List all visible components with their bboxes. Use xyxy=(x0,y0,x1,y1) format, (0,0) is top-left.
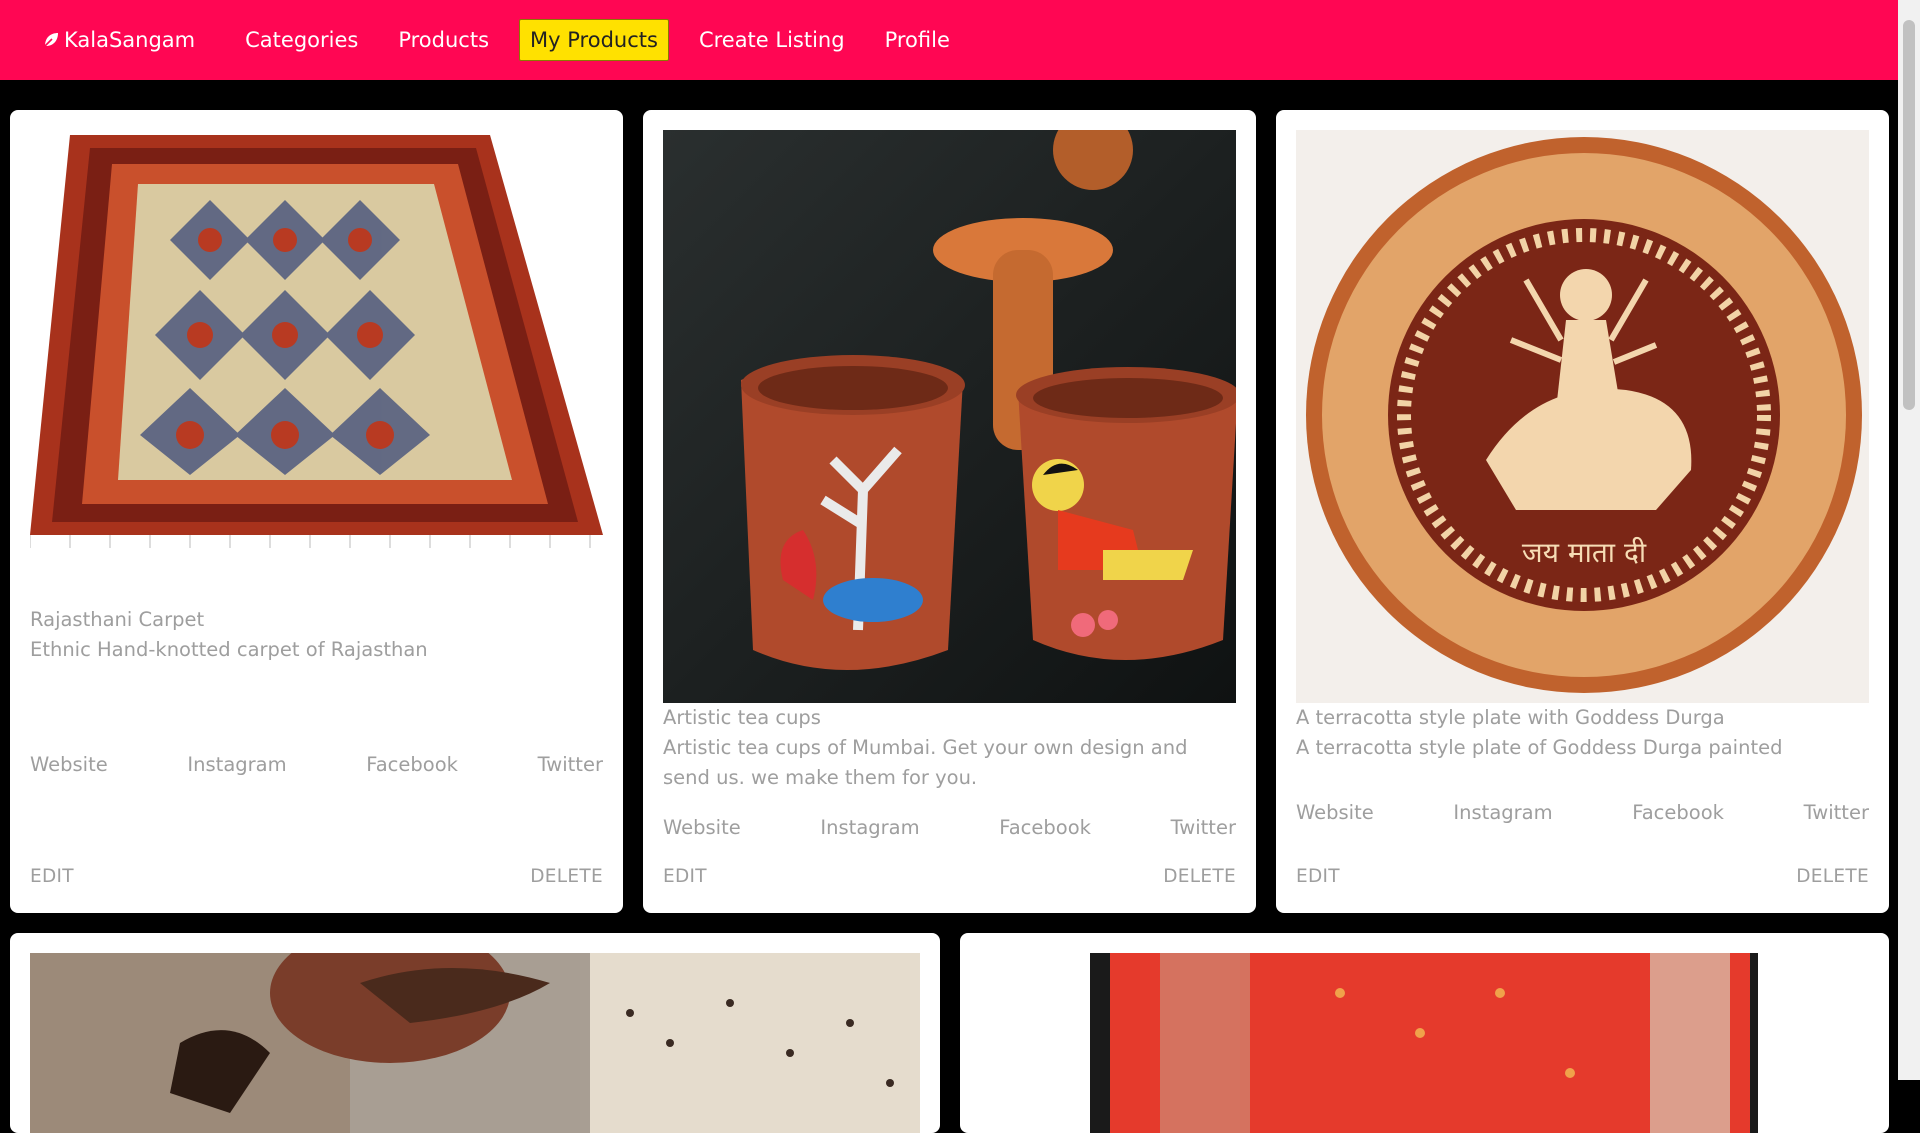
nav-profile[interactable]: Profile xyxy=(875,20,960,60)
edit-button[interactable]: EDIT xyxy=(1296,866,1340,887)
page-scrollbar[interactable] xyxy=(1898,0,1920,1080)
delete-button[interactable]: DELETE xyxy=(1163,866,1236,887)
card-actions: EDIT DELETE xyxy=(30,866,603,887)
product-title: Artistic tea cups xyxy=(663,706,821,729)
brand-link[interactable]: KalaSangam xyxy=(42,28,195,52)
brand-name: KalaSangam xyxy=(64,28,196,52)
instagram-link[interactable]: Instagram xyxy=(1453,801,1552,824)
product-title: Rajasthani Carpet xyxy=(30,608,205,631)
product-title: A terracotta style plate with Goddess Du… xyxy=(1296,706,1725,729)
artisan-hands-image xyxy=(30,953,920,1133)
delete-button[interactable]: DELETE xyxy=(530,866,603,887)
card-actions: EDIT DELETE xyxy=(1296,866,1869,887)
product-description: Artistic tea cups of Mumbai. Get your ow… xyxy=(663,736,1188,789)
product-card: Artistic tea cups Artistic tea cups of M… xyxy=(643,110,1256,913)
social-links: Website Instagram Facebook Twitter xyxy=(663,816,1236,839)
top-navbar: KalaSangam Categories Products My Produc… xyxy=(0,0,1898,80)
nav-products[interactable]: Products xyxy=(388,20,499,60)
nav-categories[interactable]: Categories xyxy=(235,20,368,60)
card-actions: EDIT DELETE xyxy=(663,866,1236,887)
product-card: जय माता दी A terracotta style plate with… xyxy=(1276,110,1889,913)
social-links: Website Instagram Facebook Twitter xyxy=(1296,801,1869,824)
twitter-link[interactable]: Twitter xyxy=(1171,816,1236,839)
facebook-link[interactable]: Facebook xyxy=(366,753,458,776)
scrollbar-thumb[interactable] xyxy=(1903,20,1915,410)
delete-button[interactable]: DELETE xyxy=(1796,866,1869,887)
durga-plate-image: जय माता दी xyxy=(1296,130,1869,703)
social-links: Website Instagram Facebook Twitter xyxy=(30,753,603,776)
twitter-link[interactable]: Twitter xyxy=(1804,801,1869,824)
product-description: Ethnic Hand-knotted carpet of Rajasthan xyxy=(30,638,428,661)
tea-cups-image xyxy=(663,130,1236,703)
plate-inscription: जय माता दी xyxy=(1522,536,1647,569)
facebook-link[interactable]: Facebook xyxy=(999,816,1091,839)
product-card: Rajasthani Carpet Ethnic Hand-knotted ca… xyxy=(10,110,623,913)
product-description: A terracotta style plate of Goddess Durg… xyxy=(1296,736,1783,759)
red-fabric-image xyxy=(1090,953,1758,1133)
twitter-link[interactable]: Twitter xyxy=(538,753,603,776)
leaf-icon xyxy=(43,33,58,48)
website-link[interactable]: Website xyxy=(1296,801,1374,824)
nav-create-listing[interactable]: Create Listing xyxy=(689,20,855,60)
product-card xyxy=(960,933,1889,1133)
website-link[interactable]: Website xyxy=(30,753,108,776)
instagram-link[interactable]: Instagram xyxy=(187,753,286,776)
edit-button[interactable]: EDIT xyxy=(30,866,74,887)
website-link[interactable]: Website xyxy=(663,816,741,839)
facebook-link[interactable]: Facebook xyxy=(1632,801,1724,824)
nav-my-products[interactable]: My Products xyxy=(519,19,669,61)
instagram-link[interactable]: Instagram xyxy=(820,816,919,839)
product-card xyxy=(10,933,940,1133)
edit-button[interactable]: EDIT xyxy=(663,866,707,887)
